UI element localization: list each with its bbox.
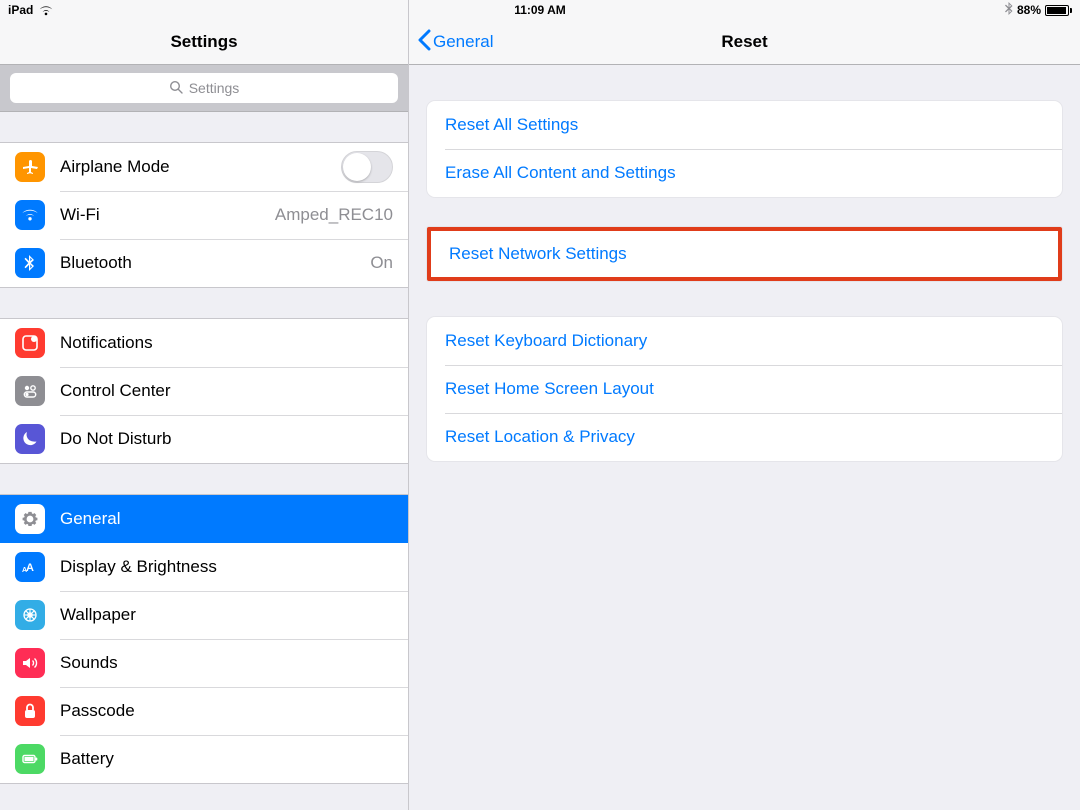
sidebar-item-label: Bluetooth (60, 253, 370, 273)
sidebar-item-label: Wallpaper (60, 605, 393, 625)
detail-item-reset-home[interactable]: Reset Home Screen Layout (427, 365, 1062, 413)
wallpaper-icon (15, 600, 45, 630)
battery-pct: 88% (1017, 3, 1041, 17)
sidebar-item-wallpaper[interactable]: Wallpaper (0, 591, 408, 639)
sidebar-item-sounds[interactable]: Sounds (0, 639, 408, 687)
moon-icon (15, 424, 45, 454)
sidebar-item-label: Battery (60, 749, 393, 769)
airplane-toggle[interactable] (341, 151, 393, 183)
search-input[interactable]: Settings (10, 73, 398, 103)
notifications-icon (15, 328, 45, 358)
gear-icon (15, 504, 45, 534)
detail-item-label: Reset Keyboard Dictionary (445, 331, 647, 351)
search-placeholder: Settings (189, 80, 240, 96)
detail-item-label: Reset Network Settings (449, 244, 627, 264)
detail-group-highlight: Reset Network Settings (427, 227, 1062, 281)
sidebar-item-display[interactable]: AA Display & Brightness (0, 543, 408, 591)
bluetooth-value: On (370, 253, 393, 273)
sidebar-item-airplane[interactable]: Airplane Mode (0, 143, 408, 191)
detail-scroll[interactable]: Reset All Settings Erase All Content and … (409, 65, 1080, 810)
back-label: General (433, 32, 493, 52)
sidebar-item-label: Sounds (60, 653, 393, 673)
sidebar-item-passcode[interactable]: Passcode (0, 687, 408, 735)
display-icon: AA (15, 552, 45, 582)
sidebar-item-label: Airplane Mode (60, 157, 341, 177)
detail-item-erase-all[interactable]: Erase All Content and Settings (427, 149, 1062, 197)
status-right: 88% (1005, 0, 1072, 20)
back-button[interactable]: General (417, 20, 493, 64)
sidebar-item-label: Passcode (60, 701, 393, 721)
airplane-icon (15, 152, 45, 182)
bluetooth-status-icon (1005, 2, 1013, 18)
detail-group: Reset All Settings Erase All Content and … (427, 101, 1062, 197)
status-time: 11:09 AM (0, 0, 1080, 20)
sidebar-list[interactable]: Airplane ModeWi-FiAmped_REC10BluetoothOn… (0, 112, 408, 810)
sidebar-item-general[interactable]: General (0, 495, 408, 543)
sidebar-group: General AA Display & Brightness Wallpaper So… (0, 494, 408, 784)
sidebar-item-bluetooth[interactable]: BluetoothOn (0, 239, 408, 287)
sidebar-item-label: Notifications (60, 333, 393, 353)
sidebar-title: Settings (170, 32, 237, 52)
settings-sidebar: Settings Settings Airplane Mode Wi-FiAmpe… (0, 0, 409, 810)
sidebar-item-label: Wi-Fi (60, 205, 275, 225)
svg-text:A: A (26, 562, 34, 574)
wifi-icon (15, 200, 45, 230)
detail-group: Reset Keyboard Dictionary Reset Home Scre… (427, 317, 1062, 461)
lock-icon (15, 696, 45, 726)
detail-item-reset-network[interactable]: Reset Network Settings (431, 230, 1058, 278)
detail-item-label: Reset Home Screen Layout (445, 379, 654, 399)
sidebar-item-label: Control Center (60, 381, 393, 401)
sidebar-item-notifications[interactable]: Notifications (0, 319, 408, 367)
sidebar-item-label: Display & Brightness (60, 557, 393, 577)
sidebar-group: Notifications Control Center Do Not Distur… (0, 318, 408, 464)
search-icon (169, 80, 183, 97)
detail-item-label: Reset Location & Privacy (445, 427, 635, 447)
bluetooth-icon (15, 248, 45, 278)
battery-icon (1045, 5, 1072, 16)
device-name: iPad (8, 3, 33, 17)
sidebar-item-controlcenter[interactable]: Control Center (0, 367, 408, 415)
control-center-icon (15, 376, 45, 406)
chevron-left-icon (417, 29, 431, 56)
svg-text:A: A (22, 567, 27, 574)
sounds-icon (15, 648, 45, 678)
detail-title: Reset (721, 32, 767, 52)
sidebar-item-label: Do Not Disturb (60, 429, 393, 449)
status-bar: iPad 11:09 AM 88% (0, 0, 1080, 20)
sidebar-item-battery[interactable]: Battery (0, 735, 408, 783)
detail-item-reset-location[interactable]: Reset Location & Privacy (427, 413, 1062, 461)
status-left: iPad (8, 0, 53, 20)
sidebar-item-dnd[interactable]: Do Not Disturb (0, 415, 408, 463)
sidebar-item-label: General (60, 509, 393, 529)
detail-item-label: Erase All Content and Settings (445, 163, 676, 183)
battery-icon (15, 744, 45, 774)
detail-item-label: Reset All Settings (445, 115, 578, 135)
wifi-status-icon (39, 5, 53, 16)
search-wrap: Settings (0, 65, 408, 112)
sidebar-group: Airplane ModeWi-FiAmped_REC10BluetoothOn (0, 142, 408, 288)
detail-item-reset-keyboard[interactable]: Reset Keyboard Dictionary (427, 317, 1062, 365)
wifi-value: Amped_REC10 (275, 205, 393, 225)
sidebar-item-wifi[interactable]: Wi-FiAmped_REC10 (0, 191, 408, 239)
detail-pane: General Reset Reset All Settings Erase Al… (409, 0, 1080, 810)
detail-item-reset-all[interactable]: Reset All Settings (427, 101, 1062, 149)
